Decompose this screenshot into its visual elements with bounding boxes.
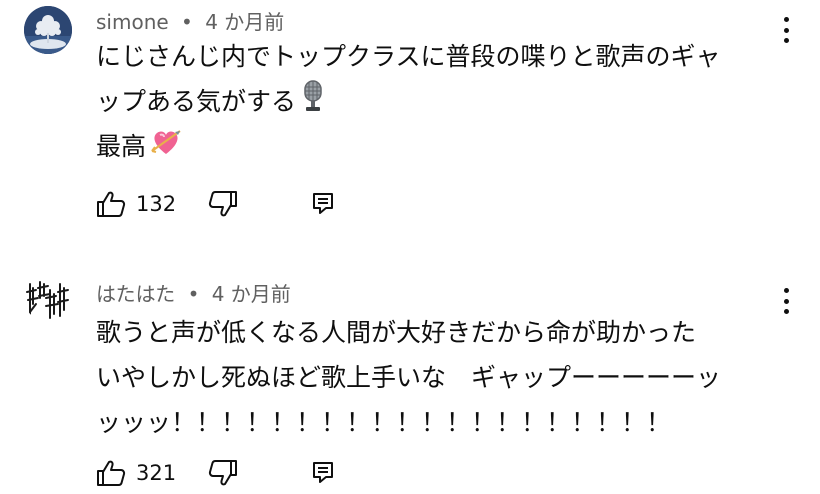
author-name[interactable]: はたはた: [96, 282, 175, 306]
comment-line: 最高: [96, 132, 147, 161]
avatar-handwritten-image: [24, 274, 72, 322]
comment-line-with-emoji: ップある気がする: [96, 79, 721, 124]
comment-menu-button[interactable]: [782, 288, 790, 314]
avatar-tree-image: [24, 6, 72, 54]
comment-time[interactable]: 4 か月前: [205, 10, 284, 34]
comment-thread: はたはた • 4 か月前 歌うと声が低くなる人間が大好きだから命が助かった いや…: [0, 262, 820, 494]
comment-line: ッッッ！！！！！！！！！！！！！！！！！！！！: [96, 408, 672, 437]
comment-text: にじさんじ内でトップクラスに普段の喋りと歌声のギャ ップある気がする 最高: [96, 34, 721, 169]
reply-button[interactable]: [312, 189, 334, 219]
comment-time[interactable]: 4 か月前: [212, 282, 291, 306]
comment-line: いやしかし死ぬほど歌上手いな ギャップーーーーーッ: [96, 363, 722, 392]
comment-text: 歌うと声が低くなる人間が大好きだから命が助かった いやしかし死ぬほど歌上手いな …: [96, 310, 721, 445]
comment-line: 歌うと声が低くなる人間が大好きだから命が助かった: [96, 318, 697, 347]
dislike-button[interactable]: [208, 458, 238, 488]
dislike-button[interactable]: [208, 189, 238, 219]
comment-meta: simone • 4 か月前: [96, 6, 284, 35]
meta-separator: •: [187, 282, 200, 306]
reply-icon: [313, 462, 333, 483]
thumbs-down-icon: [208, 460, 237, 486]
comment-line-with-emoji: 最高: [96, 124, 721, 169]
meta-separator: •: [181, 10, 193, 34]
more-vertical-icon: [783, 288, 789, 293]
like-count: 132: [136, 192, 177, 216]
comment-meta: はたはた • 4 か月前: [96, 278, 291, 307]
like-button[interactable]: 321: [96, 458, 176, 488]
avatar[interactable]: [24, 274, 72, 322]
comment-thread: simone • 4 か月前 にじさんじ内でトップクラスに普段の喋りと歌声のギャ…: [0, 0, 820, 240]
heart-with-arrow-emoji: [150, 126, 182, 171]
thumbs-down-icon: [208, 191, 237, 217]
author-name[interactable]: simone: [96, 10, 169, 34]
reply-icon: [313, 193, 333, 214]
comment-menu-button[interactable]: [782, 17, 790, 43]
more-vertical-icon: [783, 17, 789, 22]
comment-line: ップある気がする: [96, 87, 297, 116]
thumbs-up-icon: [97, 191, 126, 217]
like-button[interactable]: 132: [96, 189, 176, 219]
thumbs-up-icon: [97, 460, 126, 486]
comment-line: にじさんじ内でトップクラスに普段の喋りと歌声のギャ: [96, 42, 721, 71]
microphone-emoji: [300, 80, 326, 126]
reply-button[interactable]: [312, 458, 334, 488]
avatar[interactable]: [24, 6, 72, 54]
like-count: 321: [136, 461, 177, 485]
